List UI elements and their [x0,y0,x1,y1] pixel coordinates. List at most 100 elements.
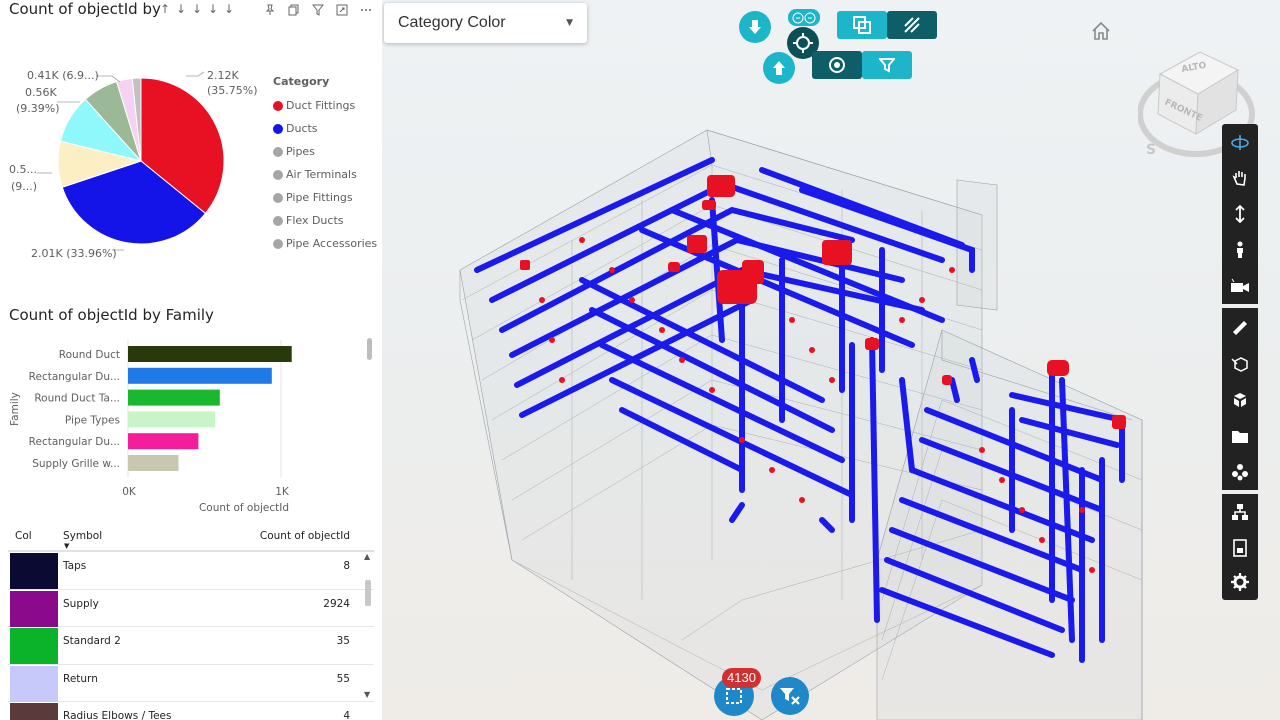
swap-button[interactable] [788,9,820,26]
color-swatch [10,590,58,627]
expand-all-icon[interactable]: ↓ [206,2,220,16]
table-row[interactable]: Radius Elbows / Tees 4 [8,702,374,720]
legend-dot [273,238,283,249]
camera-button[interactable] [1222,268,1258,304]
section-icon [1231,357,1248,372]
level-down-button[interactable] [739,11,771,43]
leader-line [96,75,121,83]
row-count: 8 [343,560,350,572]
table-row[interactable]: Supply 2924 [8,590,374,627]
legend-item-air-terminals[interactable]: Air Terminals [273,163,377,186]
legend-item-pipes[interactable]: Pipes [273,140,377,163]
first-person-button[interactable] [1222,232,1258,268]
legend-item-duct-fittings[interactable]: Duct Fittings [273,94,377,117]
isolate-button[interactable] [837,11,887,39]
model-browser-button[interactable] [1222,418,1258,454]
document-browser-button[interactable] [1222,530,1258,566]
pan-button[interactable] [1222,160,1258,196]
scroll-down-icon[interactable]: ▼ [364,690,370,699]
explode-button[interactable] [1222,382,1258,418]
3d-viewer[interactable]: Category Color ▼ ALTO FRONTE S 4130 [382,0,1280,720]
pie-legend: Category Duct Fittings Ducts Pipes Air T… [273,75,377,255]
legend-dot [273,192,283,203]
pie-label-duct-fittings-value: 2.12K [207,69,239,82]
legend-item-flex-ducts[interactable]: Flex Ducts [273,209,377,232]
bar-chart: Round Duct Rectangular Du... Round Duct Ta… [9,340,292,514]
table-row[interactable]: Return 55 [8,665,374,702]
column-header-symbol[interactable]: Symbol [63,530,102,542]
clear-filter-icon [780,688,800,705]
scrollbar-thumb[interactable] [365,580,371,606]
zoom-button[interactable] [1222,196,1258,232]
first-person-icon [1237,241,1243,258]
bar-4[interactable] [128,433,199,450]
arrow-up-icon [773,61,785,75]
filter-icon[interactable] [310,2,326,18]
section-button[interactable] [1222,346,1258,382]
row-count: 4 [343,710,350,720]
bar-category-label: Rectangular Du... [29,371,120,383]
table-row[interactable]: Taps 8 [8,552,374,590]
legend-item-pipe-fittings[interactable]: Pipe Fittings [273,186,377,209]
legend-item-ducts[interactable]: Ducts [273,117,377,140]
row-symbol: Return [63,672,98,685]
column-header-count[interactable]: Count of objectId [260,530,350,542]
row-symbol: Radius Elbows / Tees [63,710,172,720]
bar-category-label: Supply Grille w... [32,458,120,470]
sort-descending-icon[interactable]: ↓ [174,2,188,16]
row-symbol: Taps [63,560,87,572]
pie-label-ducts: 2.01K (33.96%) [31,247,117,260]
report-panel: Count of objectId by ↑ ↓ ↓ ↓ ↓ 2.12K (35… [0,0,382,720]
column-header-col[interactable]: Col [15,530,32,542]
bar-2[interactable] [128,389,220,406]
measure-button[interactable] [1222,310,1258,346]
leader-line [186,71,205,77]
bar-category-label: Round Duct [59,349,120,361]
bar-5[interactable] [128,455,179,471]
structure-button[interactable] [1222,494,1258,530]
bar-1[interactable] [128,367,272,384]
orbit-button[interactable] [1222,124,1258,160]
color-mode-dropdown[interactable]: Category Color ▼ [384,3,587,43]
focus-mode-icon[interactable] [334,2,350,18]
viewer-toolbar [1222,124,1258,600]
sort-controls: ↑ ↓ ↓ ↓ ↓ [158,2,236,16]
pie-label-air-terminals-percent: (9.39%) [16,102,60,115]
table-row[interactable]: Standard 2 35 [8,627,374,665]
home-button[interactable] [1090,20,1112,42]
legend-label: Pipe Fittings [286,191,353,204]
crosshair-icon [793,33,813,53]
visual-header-icons [262,2,374,18]
bar-chart-scrollbar[interactable] [367,338,372,360]
isolate-icon [853,16,871,34]
pie-chart-title: Count of objectId by [9,0,161,18]
legend-title: Category [273,75,330,88]
table-scrollbar[interactable]: ▲ ▼ [364,552,372,720]
bar-category-label: Rectangular Du... [29,436,120,448]
filter-button[interactable] [862,51,912,79]
zoom-icon [1235,205,1245,223]
copy-icon[interactable] [286,2,302,18]
color-swatch [10,665,58,702]
sort-ascending-icon[interactable]: ↑ [158,2,172,16]
chevron-down-icon: ▼ [566,18,573,28]
legend-dot [273,123,283,134]
settings-button[interactable] [1222,564,1258,600]
drill-down-icon[interactable]: ↓ [190,2,204,16]
legend-label: Air Terminals [286,168,357,181]
expand-hierarchy-icon[interactable]: ↓ [222,2,236,16]
clear-filter-button[interactable] [771,677,809,715]
symbol-table: Col Symbol ▼ Count of objectId Taps 8 Su… [8,522,374,720]
bar-3[interactable] [128,411,216,428]
scroll-up-icon[interactable]: ▲ [364,552,370,561]
xray-button[interactable] [887,11,937,39]
show-all-button[interactable] [812,51,862,79]
pan-icon [1232,171,1246,186]
pin-icon[interactable] [262,2,278,18]
legend-label: Duct Fittings [286,99,356,112]
more-options-icon[interactable] [358,2,374,18]
level-up-button[interactable] [763,52,795,84]
properties-button[interactable] [1222,454,1258,490]
legend-item-pipe-accessories[interactable]: Pipe Accessories [273,232,377,255]
bar-0[interactable] [128,346,292,362]
